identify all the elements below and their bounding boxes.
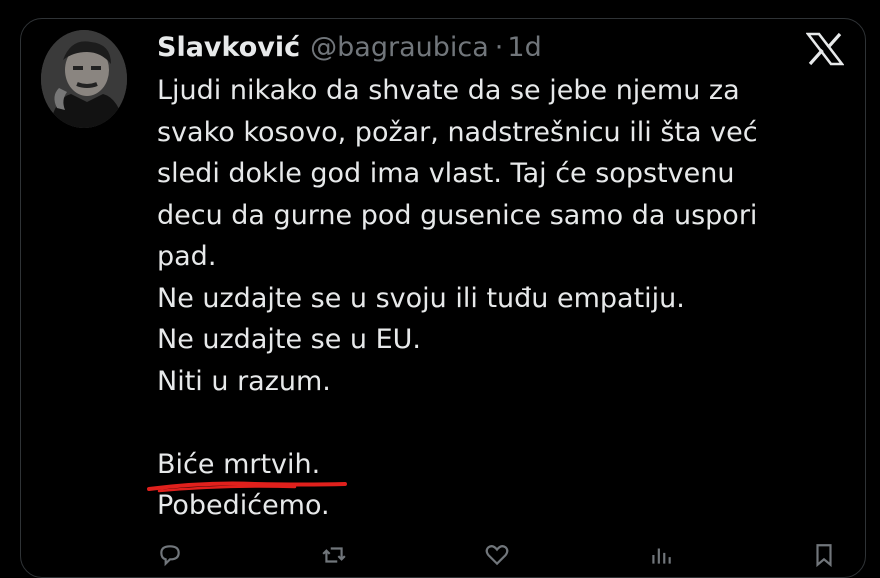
like-button[interactable]: [484, 540, 510, 570]
tweet-line: Ne uzdajte se u svoju ili tuđu empatiju.: [157, 282, 685, 314]
action-bar: [157, 540, 837, 570]
bookmark-button[interactable]: [811, 540, 837, 570]
tweet-line: pad.: [157, 241, 217, 272]
highlighted-line-wrapper: Biće mrtvih.: [147, 444, 837, 493]
reply-icon: [160, 545, 180, 567]
author-handle[interactable]: @bagraubica: [310, 30, 489, 66]
tweet-line: decu da gurne pod gusenice samo da uspor…: [157, 199, 758, 231]
retweet-icon: [321, 547, 346, 563]
retweet-button[interactable]: [321, 540, 347, 570]
tweet-line: Niti u razum.: [157, 365, 331, 397]
tweet-line: svako kosovo, požar, nadstrešnicu ili št…: [157, 116, 758, 148]
tweet-text: Ljudi nikako da shvate da se jebe njemu …: [147, 70, 837, 527]
tweet-time[interactable]: 1d: [507, 30, 541, 66]
views-button[interactable]: [648, 540, 674, 570]
reply-button[interactable]: [157, 540, 183, 570]
avatar[interactable]: [41, 30, 127, 128]
separator-dot: ·: [494, 32, 504, 63]
bookmark-icon: [816, 544, 832, 568]
tweet-line: sledi dokle god ima vlast. Taj će sopstv…: [157, 158, 735, 189]
views-icon: [651, 548, 671, 564]
tweet-line: Ne uzdajte se u EU.: [157, 324, 422, 355]
x-logo-icon: [805, 32, 845, 66]
tweet-line: Ljudi nikako da shvate da se jebe njemu …: [157, 75, 740, 106]
author-name[interactable]: Slavković: [157, 30, 300, 66]
red-underline: [147, 481, 347, 493]
like-icon: [485, 545, 509, 566]
tweet-header: Slavković @bagraubica · 1d: [157, 30, 542, 66]
